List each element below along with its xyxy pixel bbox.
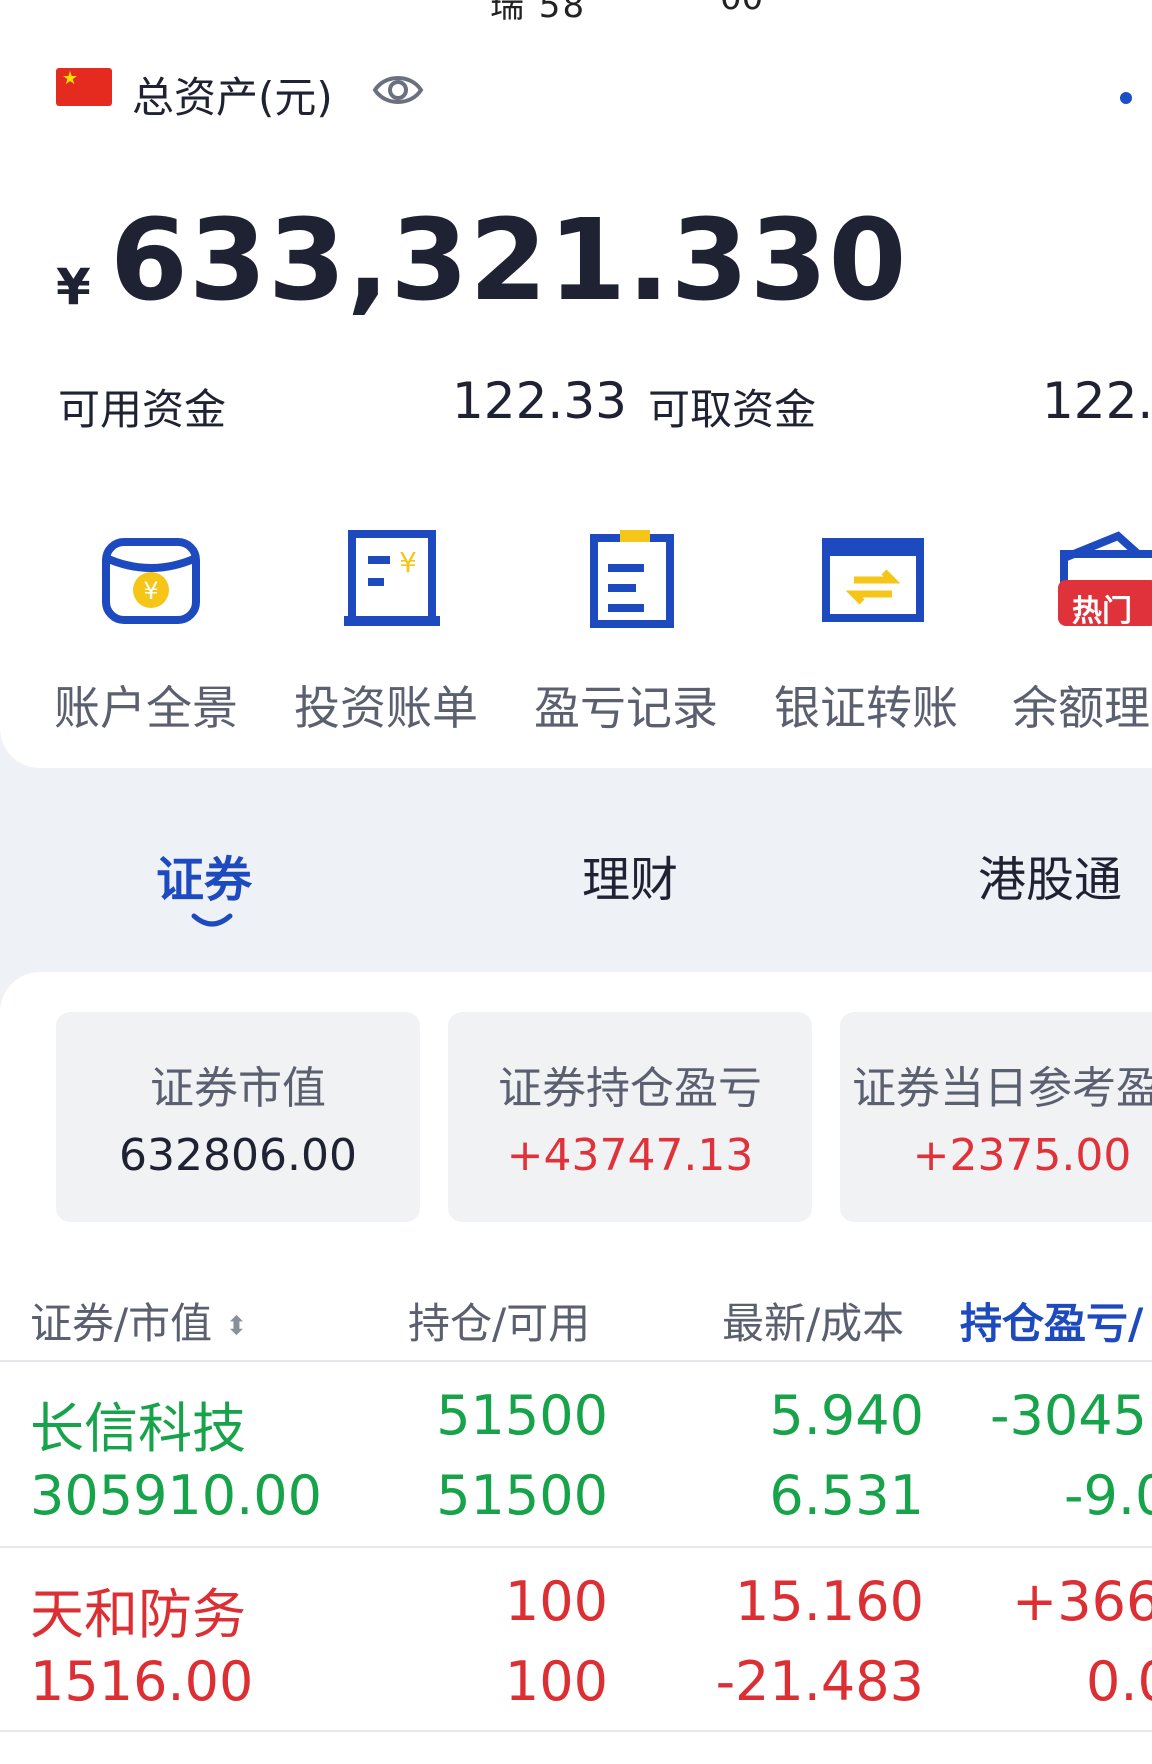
holding-qty: 100 xyxy=(504,1570,608,1633)
stat-value: +43747.13 xyxy=(506,1130,754,1181)
stat-value: +2375.00 xyxy=(912,1130,1132,1181)
withdrawable-funds-label: 可取资金 xyxy=(648,385,817,434)
profit-record-icon[interactable] xyxy=(578,528,688,638)
svg-text:¥: ¥ xyxy=(399,546,417,579)
stat-value: 632806.00 xyxy=(119,1130,357,1181)
available-qty: 100 xyxy=(504,1650,608,1713)
quick-action-label[interactable]: 余额理 xyxy=(1012,672,1150,738)
col-header-security[interactable]: 证券/市值 ⬍ xyxy=(30,1290,247,1351)
china-flag-icon: ★ xyxy=(56,68,112,106)
sort-icon[interactable]: ⬍ xyxy=(226,1312,248,1342)
notification-dot xyxy=(1120,92,1132,104)
withdrawable-funds-value: 122.3 xyxy=(1042,372,1152,430)
col-header-label: 证券/市值 xyxy=(30,1299,213,1348)
quick-action-label[interactable]: 盈亏记录 xyxy=(534,672,718,738)
account-overview-icon[interactable]: ¥ xyxy=(98,528,208,638)
cost-price: 6.531 xyxy=(769,1464,924,1527)
status-bar-text: 瑞 58 xyxy=(490,0,587,26)
security-name[interactable]: 长信科技 xyxy=(30,1384,246,1463)
holding-pnl: +3664 xyxy=(1012,1570,1152,1633)
currency-symbol: ¥ xyxy=(56,258,91,316)
total-assets-value: 633,321.330 xyxy=(110,196,908,326)
quick-action-label[interactable]: 投资账单 xyxy=(294,672,478,738)
total-assets-label: 总资产(元) xyxy=(132,73,333,122)
latest-price: 5.940 xyxy=(769,1384,924,1447)
security-name[interactable]: 天和防务 xyxy=(30,1570,246,1649)
eye-icon[interactable] xyxy=(372,64,424,116)
wallet-icon[interactable]: 热门 xyxy=(1058,528,1152,638)
hot-badge: 热门 xyxy=(1072,594,1132,629)
quick-action-label[interactable]: 账户全景 xyxy=(54,672,238,738)
divider xyxy=(0,1546,1152,1548)
stat-title: 证券持仓盈亏 xyxy=(498,1063,762,1114)
holding-pnl-pct: 0.0 xyxy=(1086,1650,1152,1713)
available-funds-value: 122.33 xyxy=(452,372,627,430)
tab-hk-connect[interactable]: 港股通 xyxy=(978,840,1122,910)
latest-price: 15.160 xyxy=(735,1570,924,1633)
tab-active-indicator xyxy=(190,912,234,930)
divider xyxy=(0,1360,1152,1362)
col-header-holding[interactable]: 持仓/可用 xyxy=(408,1290,590,1351)
col-header-pnl[interactable]: 持仓盈亏/ xyxy=(960,1290,1143,1351)
security-market-value: 1516.00 xyxy=(30,1650,254,1713)
holding-pnl-pct: -9.0 xyxy=(1064,1464,1152,1527)
divider xyxy=(0,1730,1152,1732)
svg-text:¥: ¥ xyxy=(143,577,158,605)
quick-action-label[interactable]: 银证转账 xyxy=(774,672,958,738)
tab-wealth[interactable]: 理财 xyxy=(582,840,678,910)
investment-bill-icon[interactable]: ¥ xyxy=(338,528,448,638)
status-bar-text-right: 00 · xyxy=(720,0,785,18)
holding-qty: 51500 xyxy=(436,1384,608,1447)
stat-market-value: 证券市值 632806.00 xyxy=(56,1012,420,1222)
cost-price: -21.483 xyxy=(715,1650,924,1713)
stat-title: 证券当日参考盈 xyxy=(852,1063,1152,1114)
stat-daily-pnl: 证券当日参考盈 +2375.00 xyxy=(840,1012,1152,1222)
stat-holding-pnl: 证券持仓盈亏 +43747.13 xyxy=(448,1012,812,1222)
available-funds-label: 可用资金 xyxy=(58,385,227,434)
holding-pnl: -30451 xyxy=(990,1384,1152,1447)
stat-title: 证券市值 xyxy=(150,1063,326,1114)
col-header-price[interactable]: 最新/成本 xyxy=(722,1290,904,1351)
tab-securities[interactable]: 证券 xyxy=(156,840,252,910)
available-qty: 51500 xyxy=(436,1464,608,1527)
bank-transfer-icon[interactable] xyxy=(818,528,928,638)
security-market-value: 305910.00 xyxy=(30,1464,323,1527)
